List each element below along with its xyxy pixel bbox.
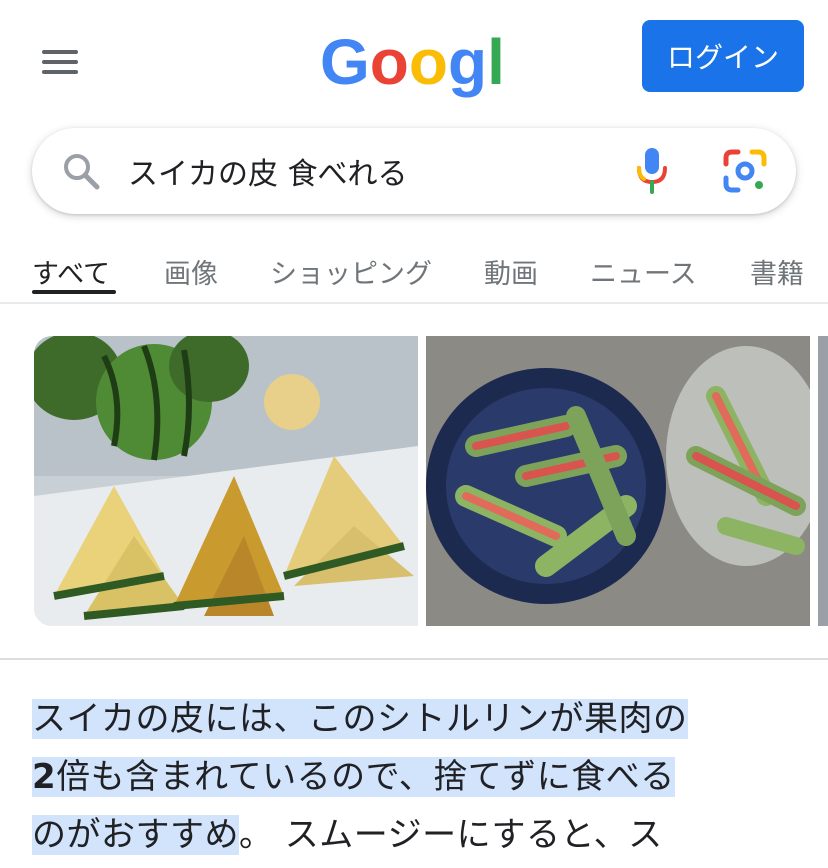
header: Google ログイン: [0, 0, 828, 120]
snippet-line-1: スイカの皮には、このシトルリンが果肉の: [32, 699, 688, 739]
search-icon: [64, 154, 100, 190]
login-button[interactable]: ログイン: [642, 20, 804, 92]
image-result-3[interactable]: [818, 336, 828, 626]
google-logo[interactable]: Google: [320, 26, 506, 98]
search-box[interactable]: [32, 128, 796, 214]
search-input[interactable]: [128, 146, 588, 196]
tab-all[interactable]: すべて: [32, 252, 110, 291]
snippet-number: 2: [32, 757, 57, 797]
divider: [0, 658, 828, 660]
featured-snippet: スイカの皮には、このシトルリンが果肉の 2倍も含まれているので、捨てずに食べる …: [32, 690, 802, 864]
image-results: [0, 336, 828, 628]
tab-videos[interactable]: 動画: [484, 252, 538, 291]
search-tabs: すべて 画像 ショッピング 動画 ニュース 書籍: [0, 240, 828, 304]
menu-icon[interactable]: [40, 48, 80, 76]
image-result-1[interactable]: [34, 336, 418, 626]
tab-shopping[interactable]: ショッピング: [270, 252, 432, 291]
snippet-line-3-highlight: のがおすすめ: [32, 815, 239, 855]
image-result-2[interactable]: [426, 336, 810, 626]
snippet-line-2: 倍も含まれているので、捨てずに食べる: [56, 757, 675, 797]
mic-icon[interactable]: [632, 146, 672, 196]
lens-icon[interactable]: [722, 148, 768, 194]
tab-images[interactable]: 画像: [164, 252, 218, 291]
tab-news[interactable]: ニュース: [590, 252, 697, 291]
tab-books[interactable]: 書籍: [750, 252, 804, 291]
svg-text:Google: Google: [320, 26, 506, 98]
active-tab-indicator: [32, 290, 116, 294]
snippet-line-3-rest: 。 スムージーにすると、ス: [239, 815, 663, 855]
